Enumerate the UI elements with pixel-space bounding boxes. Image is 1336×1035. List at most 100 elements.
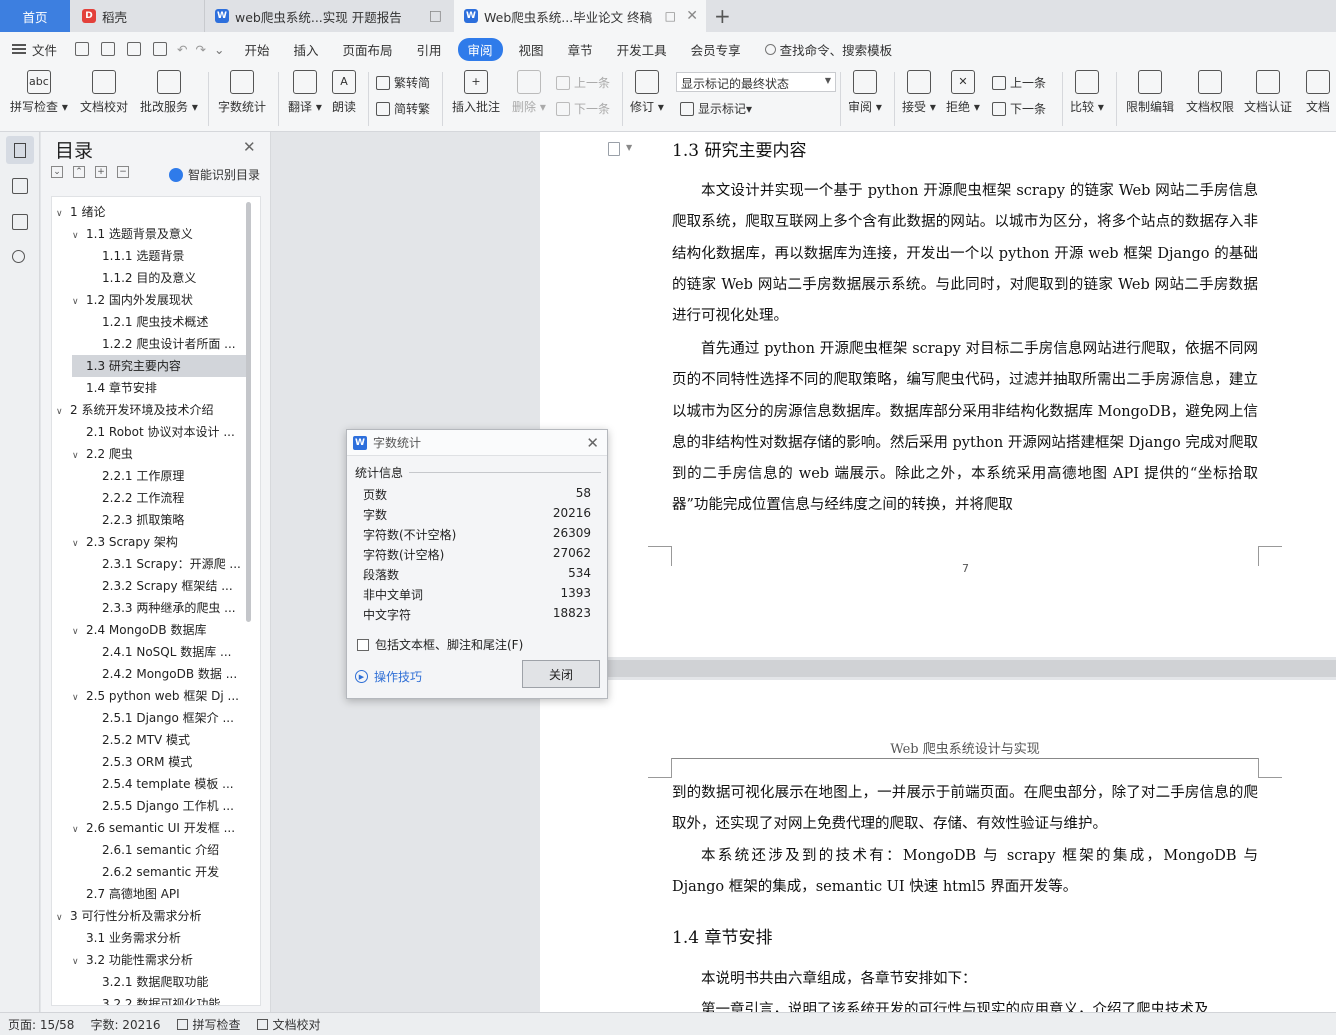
prev-change-button[interactable]: 上一条 [992, 74, 1046, 91]
spell-check-toggle[interactable]: 拼写检查 [169, 1016, 249, 1033]
toc-item[interactable]: ∨ 2.4 MongoDB 数据库 [72, 619, 246, 641]
chevron-down-icon[interactable]: ∨ [72, 533, 86, 553]
toc-item[interactable]: 1.1.1 选题背景 [88, 245, 246, 267]
tab-doc-proposal[interactable]: W web爬虫系统...实现 开题报告 □ [204, 0, 450, 32]
toc-item[interactable]: 2.2.1 工作原理 [88, 465, 246, 487]
toc-item[interactable]: 2.4.1 NoSQL 数据库 ... [88, 641, 246, 663]
compare-button[interactable]: 比较 ▾ [1070, 70, 1104, 115]
undo-icon[interactable]: ↶ [173, 42, 191, 57]
chevron-down-icon[interactable]: ∨ [56, 401, 70, 421]
toc-item[interactable]: 3.1 业务需求分析 [72, 927, 246, 949]
expand-all-icon[interactable]: ⌄ [51, 166, 63, 178]
toc-item[interactable]: 2.2.3 抓取策略 [88, 509, 246, 531]
tab-pin-icon[interactable]: □ [429, 8, 442, 24]
doc-proof-button[interactable]: 文档校对 [80, 70, 128, 115]
tab-daoke[interactable]: D 稻壳 [72, 0, 202, 32]
chevron-down-icon[interactable]: ∨ [72, 951, 86, 971]
trad-to-simp-button[interactable]: 繁转简 [376, 74, 430, 91]
toc-item[interactable]: 1.2.1 爬虫技术概述 [88, 311, 246, 333]
toc-item[interactable]: 3.2.2 数据可视化功能 [88, 993, 246, 1005]
toc-item[interactable]: 2.3.1 Scrapy：开源爬 ... [88, 553, 246, 575]
tips-link[interactable]: ▶ 操作技巧 [355, 668, 422, 685]
quick-access-dropdown-icon[interactable]: ⌄ [210, 42, 232, 57]
menu-dev-tools[interactable]: 开发工具 [605, 40, 679, 59]
toc-item[interactable]: ∨ 1.1 选题背景及意义 [72, 223, 246, 245]
chapter-nav-icon[interactable] [12, 178, 28, 194]
chevron-down-icon[interactable]: ∨ [72, 445, 86, 465]
collapse-all-icon[interactable]: ⌃ [73, 166, 85, 178]
document-page[interactable]: Web 爬虫系统设计与实现 到的数据可视化展示在地图上，一并展示于前端页面。在爬… [540, 680, 1336, 1012]
toc-item[interactable]: 2.5.3 ORM 模式 [88, 751, 246, 773]
read-aloud-button[interactable]: A 朗读 [332, 70, 356, 115]
menu-review[interactable]: 审阅 [457, 37, 503, 61]
close-button[interactable]: 关闭 [522, 660, 600, 688]
toc-item[interactable]: 1.3 研究主要内容 [72, 355, 246, 377]
bookmark-icon[interactable] [12, 214, 28, 230]
search-icon[interactable] [12, 250, 25, 263]
toc-item[interactable]: 2.5.1 Django 框架介 ... [88, 707, 246, 729]
file-menu[interactable]: 文件 [0, 40, 69, 59]
toc-item[interactable]: ∨ 2 系统开发环境及技术介绍 [56, 399, 246, 421]
toc-item[interactable]: ∨ 1.2 国内外发展现状 [72, 289, 246, 311]
toc-item[interactable]: 2.4.2 MongoDB 数据 ... [88, 663, 246, 685]
document-icon[interactable] [608, 142, 620, 156]
toc-item[interactable]: 1.2.2 爬虫设计者所面 ... [88, 333, 246, 355]
toc-item[interactable]: 3.2.1 数据爬取功能 [88, 971, 246, 993]
word-count-button[interactable]: 字数统计 [218, 70, 266, 115]
toc-item[interactable]: 2.5.2 MTV 模式 [88, 729, 246, 751]
new-tab-icon[interactable]: + [714, 4, 731, 28]
export-icon[interactable] [101, 42, 116, 56]
document-page[interactable]: ▼ 1.3 研究主要内容 本文设计并实现一个基于 python 开源爬虫框架 s… [540, 132, 1336, 657]
page-indicator[interactable]: 页面: 15/58 [0, 1016, 82, 1033]
toc-item[interactable]: 2.2.2 工作流程 [88, 487, 246, 509]
save-icon[interactable] [75, 42, 90, 56]
include-textbox-checkbox[interactable]: 包括文本框、脚注和尾注(F) [357, 636, 523, 653]
menu-insert[interactable]: 插入 [281, 40, 330, 59]
review-pane-button[interactable]: 审阅 ▾ [848, 70, 882, 115]
translate-button[interactable]: 翻译 ▾ [288, 70, 322, 115]
chevron-down-icon[interactable]: ∨ [72, 819, 86, 839]
chevron-down-icon[interactable]: ∨ [72, 687, 86, 707]
menu-references[interactable]: 引用 [405, 40, 454, 59]
toc-item[interactable]: ∨ 2.6 semantic UI 开发框 ... [72, 817, 246, 839]
show-markup-button[interactable]: 显示标记 ▾ [680, 100, 752, 117]
toc-item[interactable]: 1.1.2 目的及意义 [88, 267, 246, 289]
command-search[interactable]: 查找命令、搜索模板 [753, 40, 905, 59]
toc-item[interactable]: ∨ 2.2 爬虫 [72, 443, 246, 465]
preview-icon[interactable] [153, 42, 168, 56]
batch-service-button[interactable]: 批改服务 ▾ [140, 70, 198, 115]
toc-item[interactable]: 2.5.5 Django 工作机 ... [88, 795, 246, 817]
tab-doc-thesis[interactable]: W Web爬虫系统...毕业论文 终稿 □ ✕ [454, 0, 706, 32]
reject-button[interactable]: ✕ 拒绝 ▾ [946, 70, 980, 115]
menu-page-layout[interactable]: 页面布局 [331, 40, 405, 59]
smart-toc-button[interactable]: 智能识别目录 [169, 166, 260, 183]
tab-close-icon[interactable]: ✕ [686, 8, 698, 24]
insert-comment-button[interactable]: + 插入批注 [452, 70, 500, 115]
toc-item[interactable]: 2.7 高德地图 API [72, 883, 246, 905]
toc-item[interactable]: 1.4 章节安排 [72, 377, 246, 399]
doc-proof-toggle[interactable]: 文档校对 [249, 1016, 329, 1033]
chevron-down-icon[interactable]: ∨ [72, 621, 86, 641]
toc-item[interactable]: ∨ 1 绪论 [56, 201, 246, 223]
redo-icon[interactable]: ↷ [192, 42, 210, 57]
toc-item[interactable]: 2.6.1 semantic 介绍 [88, 839, 246, 861]
toc-item[interactable]: 2.6.2 semantic 开发 [88, 861, 246, 883]
remove-heading-icon[interactable]: − [117, 166, 129, 178]
toc-item[interactable]: ∨ 2.3 Scrapy 架构 [72, 531, 246, 553]
accept-button[interactable]: 接受 ▾ [902, 70, 936, 115]
toc-item[interactable]: 2.3.2 Scrapy 框架结 ... [88, 575, 246, 597]
word-count-indicator[interactable]: 字数: 20216 [82, 1016, 168, 1033]
menu-view[interactable]: 视图 [507, 40, 556, 59]
close-icon[interactable]: ✕ [586, 434, 599, 452]
revise-button[interactable]: 修订 ▾ [630, 70, 664, 115]
spell-check-button[interactable]: abc 拼写检查 ▾ [10, 70, 68, 115]
toc-item[interactable]: 2.1 Robot 协议对本设计 ... [72, 421, 246, 443]
markup-state-select[interactable]: 显示标记的最终状态 ▼ [676, 72, 836, 92]
next-comment-button[interactable]: 下一条 [556, 100, 610, 117]
toc-item[interactable]: ∨ 3 可行性分析及需求分析 [56, 905, 246, 927]
chevron-down-icon[interactable]: ∨ [56, 203, 70, 223]
toc-item[interactable]: ∨ 2.5 python web 框架 Dj ... [72, 685, 246, 707]
add-heading-icon[interactable]: + [95, 166, 107, 178]
doc-certify-button[interactable]: 文档认证 [1244, 70, 1292, 115]
tab-home[interactable]: 首页 [0, 0, 70, 32]
